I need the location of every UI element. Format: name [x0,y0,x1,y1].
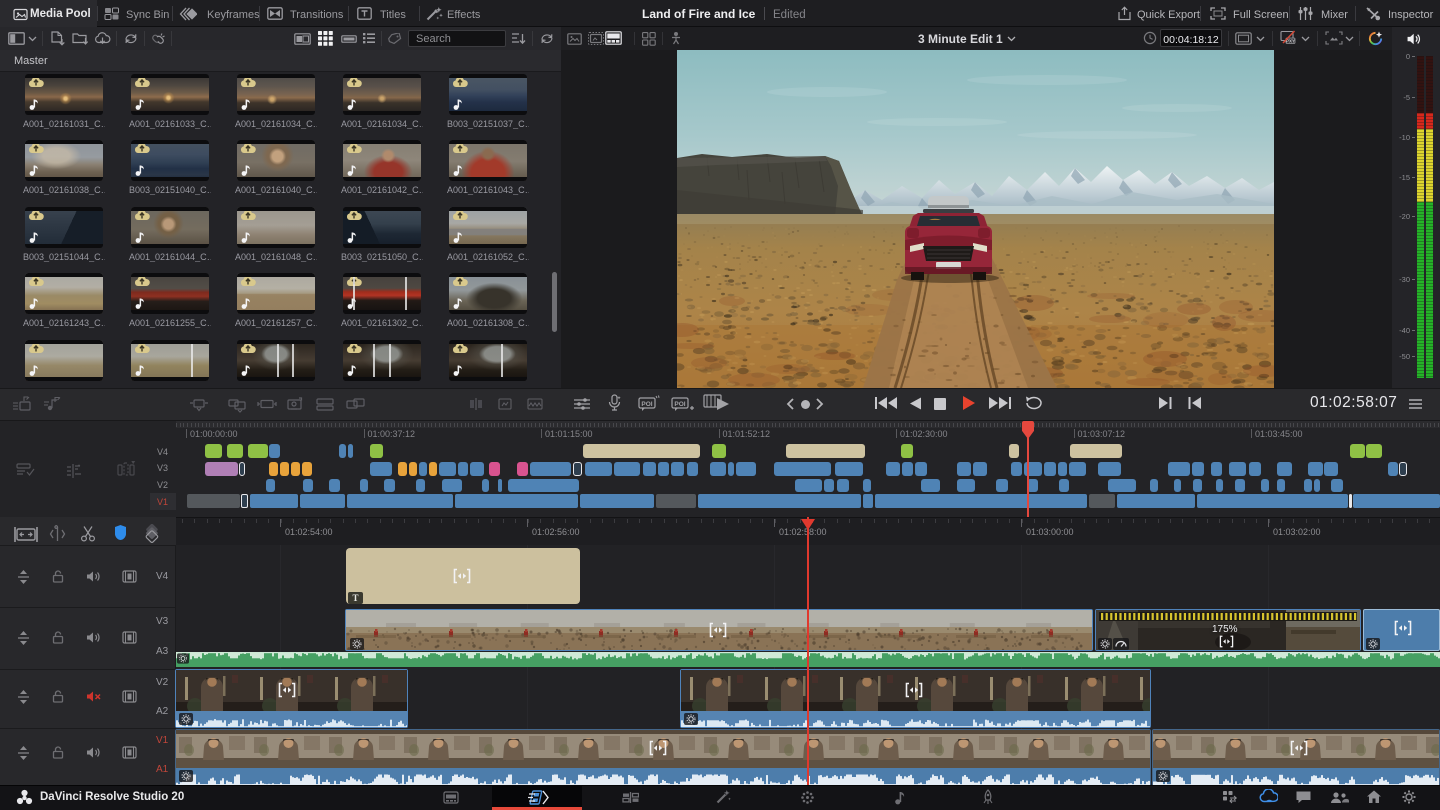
svg-text:POI: POI [674,401,685,408]
svg-text:POI: POI [641,401,652,408]
